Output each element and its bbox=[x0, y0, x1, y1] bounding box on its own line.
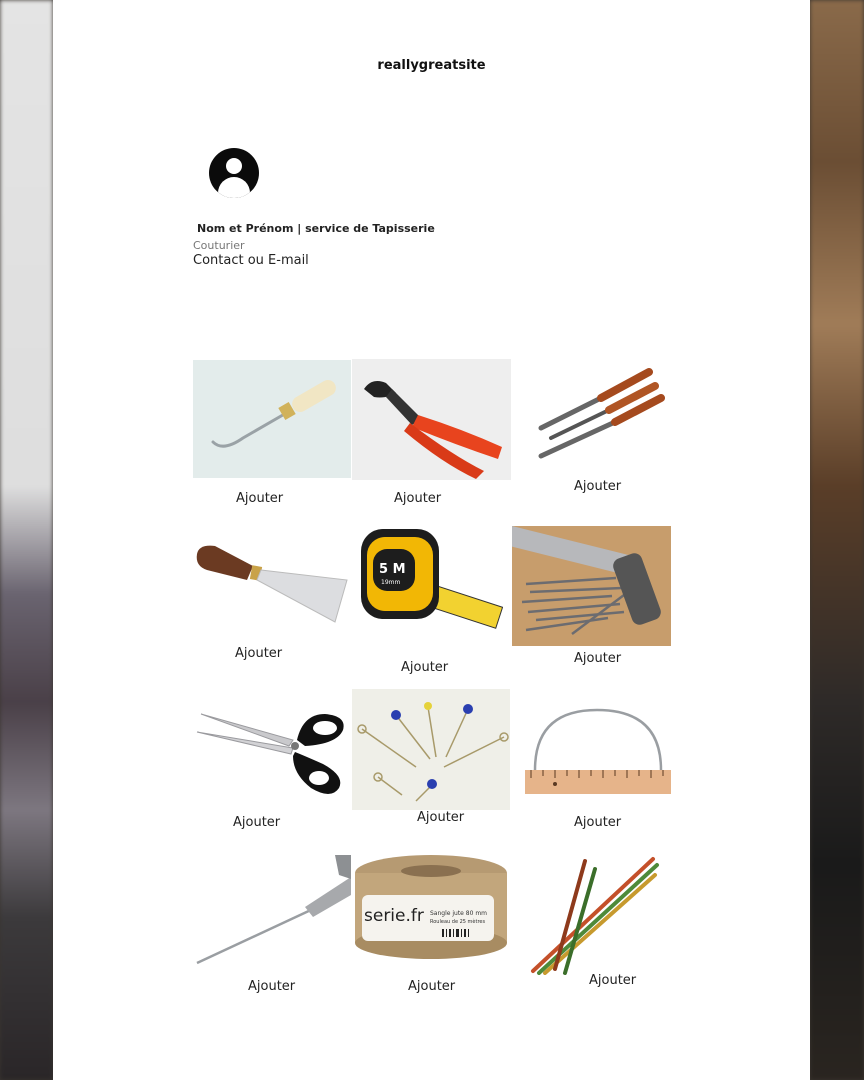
files-set-icon[interactable] bbox=[511, 360, 671, 460]
profile-role: Couturier bbox=[193, 239, 245, 252]
profile-contact: Contact ou E-mail bbox=[193, 253, 309, 268]
add-button[interactable]: Ajouter bbox=[589, 973, 636, 988]
catalog-page: reallygreatsite Nom et Prénom | service … bbox=[53, 0, 810, 1080]
add-button[interactable]: Ajouter bbox=[401, 660, 448, 675]
background-left-blur bbox=[0, 0, 53, 1080]
tape-width-label: 19mm bbox=[381, 579, 400, 586]
background-right-blur bbox=[810, 0, 864, 1080]
jute-webbing-roll-icon[interactable]: serie.fr Sangle jute 80 mm Rouleau de 25… bbox=[354, 855, 508, 960]
profile-name: Nom et Prénom | service de Tapisserie bbox=[197, 222, 435, 235]
add-button[interactable]: Ajouter bbox=[394, 491, 441, 506]
site-title[interactable]: reallygreatsite bbox=[53, 58, 810, 73]
add-button[interactable]: Ajouter bbox=[574, 815, 621, 830]
scissors-icon[interactable] bbox=[193, 700, 351, 800]
add-button[interactable]: Ajouter bbox=[574, 479, 621, 494]
user-avatar-icon bbox=[209, 148, 259, 198]
product-label-line2: Rouleau de 25 mètres bbox=[430, 918, 485, 925]
add-button[interactable]: Ajouter bbox=[233, 815, 280, 830]
tape-size-label: 5 M bbox=[379, 562, 406, 577]
add-button[interactable]: Ajouter bbox=[417, 810, 464, 825]
hammer-and-nails-icon[interactable] bbox=[512, 526, 671, 646]
putty-knife-icon[interactable] bbox=[193, 540, 351, 632]
add-button[interactable]: Ajouter bbox=[235, 646, 282, 661]
add-button[interactable]: Ajouter bbox=[574, 651, 621, 666]
add-button[interactable]: Ajouter bbox=[248, 979, 295, 994]
knitting-needles-icon[interactable] bbox=[525, 855, 671, 975]
add-button[interactable]: Ajouter bbox=[408, 979, 455, 994]
add-button[interactable]: Ajouter bbox=[236, 491, 283, 506]
end-cutting-pliers-icon[interactable] bbox=[352, 359, 511, 480]
half-circle-ruler-icon[interactable] bbox=[525, 704, 671, 798]
product-label-line1: Sangle jute 80 mm bbox=[430, 910, 487, 917]
pins-icon[interactable] bbox=[352, 689, 510, 810]
regulator-needle-icon[interactable] bbox=[193, 855, 351, 970]
tape-measure-icon[interactable]: 5 M 19mm bbox=[355, 527, 503, 649]
curved-needle-tool-icon[interactable] bbox=[193, 360, 351, 478]
brand-label: serie.fr bbox=[364, 906, 424, 926]
